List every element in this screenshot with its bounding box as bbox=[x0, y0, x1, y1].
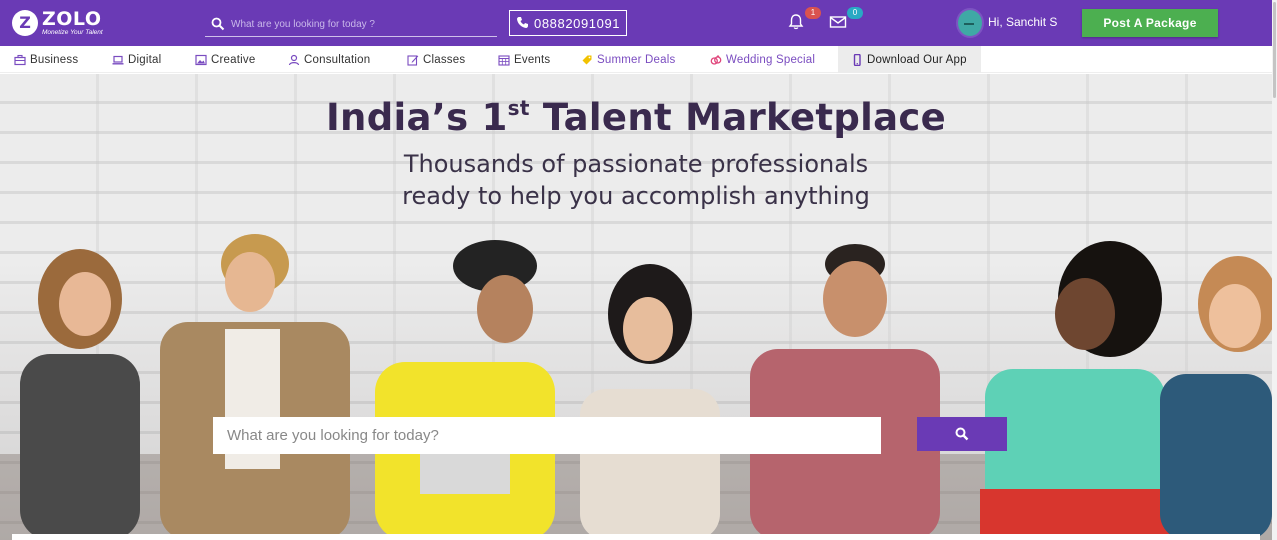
person-icon bbox=[288, 54, 300, 65]
edit-icon bbox=[407, 54, 419, 66]
calendar-icon bbox=[498, 54, 510, 66]
nav-label-consultation: Consultation bbox=[304, 53, 371, 66]
nav-item-summer-deals[interactable]: Summer Deals bbox=[581, 46, 675, 73]
nav-label-business: Business bbox=[30, 53, 79, 66]
nav-item-creative[interactable]: Creative bbox=[195, 46, 255, 73]
hero-search-input[interactable] bbox=[213, 417, 881, 454]
phone-number: 08882091091 bbox=[534, 16, 621, 31]
nav-label-digital: Digital bbox=[128, 53, 162, 66]
nav-item-consultation[interactable]: Consultation bbox=[288, 46, 370, 73]
category-nav: Business Digital Creative Consultation C… bbox=[0, 46, 1272, 73]
hero-title-post: Talent Marketplace bbox=[529, 96, 947, 139]
mail-icon[interactable] bbox=[829, 14, 847, 30]
briefcase-icon bbox=[14, 54, 26, 65]
hero-title-pre: India’s 1 bbox=[325, 96, 508, 139]
nav-item-download-app[interactable]: Download Our App bbox=[838, 46, 981, 73]
top-header: Z ZOLO Monetize Your Talent 08882091091 … bbox=[0, 0, 1272, 46]
phone-icon bbox=[517, 17, 528, 28]
nav-item-wedding-special[interactable]: Wedding Special bbox=[710, 46, 815, 73]
nav-label-download-app: Download Our App bbox=[867, 53, 967, 66]
bell-icon[interactable] bbox=[787, 13, 805, 31]
logo-tagline: Monetize Your Talent bbox=[42, 29, 103, 36]
phone-contact[interactable]: 08882091091 bbox=[509, 10, 627, 36]
search-icon bbox=[955, 427, 969, 441]
notification-badge: 1 bbox=[805, 7, 821, 19]
hero-subtitle: Thousands of passionate professionals re… bbox=[0, 148, 1272, 212]
hero-title: India’s 1st Talent Marketplace bbox=[0, 96, 1272, 139]
rings-icon bbox=[710, 54, 722, 65]
user-avatar[interactable] bbox=[956, 8, 984, 38]
nav-label-classes: Classes bbox=[423, 53, 466, 66]
header-search-input[interactable] bbox=[231, 14, 493, 34]
search-icon[interactable] bbox=[211, 17, 225, 31]
nav-label-events: Events bbox=[514, 53, 551, 66]
nav-item-events[interactable]: Events bbox=[498, 46, 550, 73]
logo-badge: Z bbox=[12, 10, 38, 36]
post-package-button[interactable]: Post A Package bbox=[1082, 9, 1218, 37]
nav-item-digital[interactable]: Digital bbox=[112, 46, 161, 73]
nav-label-wedding-special: Wedding Special bbox=[726, 53, 816, 66]
user-greeting[interactable]: Hi, Sanchit S bbox=[988, 15, 1057, 29]
nav-item-classes[interactable]: Classes bbox=[407, 46, 465, 73]
image-icon bbox=[195, 54, 207, 65]
content-card-edge bbox=[12, 534, 1260, 540]
hero-search-button[interactable] bbox=[917, 417, 1007, 451]
nav-label-summer-deals: Summer Deals bbox=[597, 53, 676, 66]
message-badge: 0 bbox=[847, 7, 863, 19]
mobile-icon bbox=[853, 53, 861, 66]
page-scrollbar-thumb[interactable] bbox=[1273, 2, 1276, 98]
zolo-logo[interactable]: Z ZOLO Monetize Your Talent bbox=[12, 7, 112, 39]
hero-banner: India’s 1st Talent Marketplace Thousands… bbox=[0, 74, 1272, 540]
logo-wordmark: ZOLO bbox=[42, 8, 102, 30]
nav-item-business[interactable]: Business bbox=[14, 46, 78, 73]
hero-subtitle-line-1: Thousands of passionate professionals bbox=[403, 150, 869, 178]
hero-people-photo bbox=[0, 234, 1272, 540]
hero-title-sup: st bbox=[507, 96, 530, 120]
tag-icon bbox=[582, 55, 592, 64]
laptop-icon bbox=[112, 55, 124, 65]
nav-label-creative: Creative bbox=[211, 53, 256, 66]
header-search bbox=[205, 11, 497, 37]
